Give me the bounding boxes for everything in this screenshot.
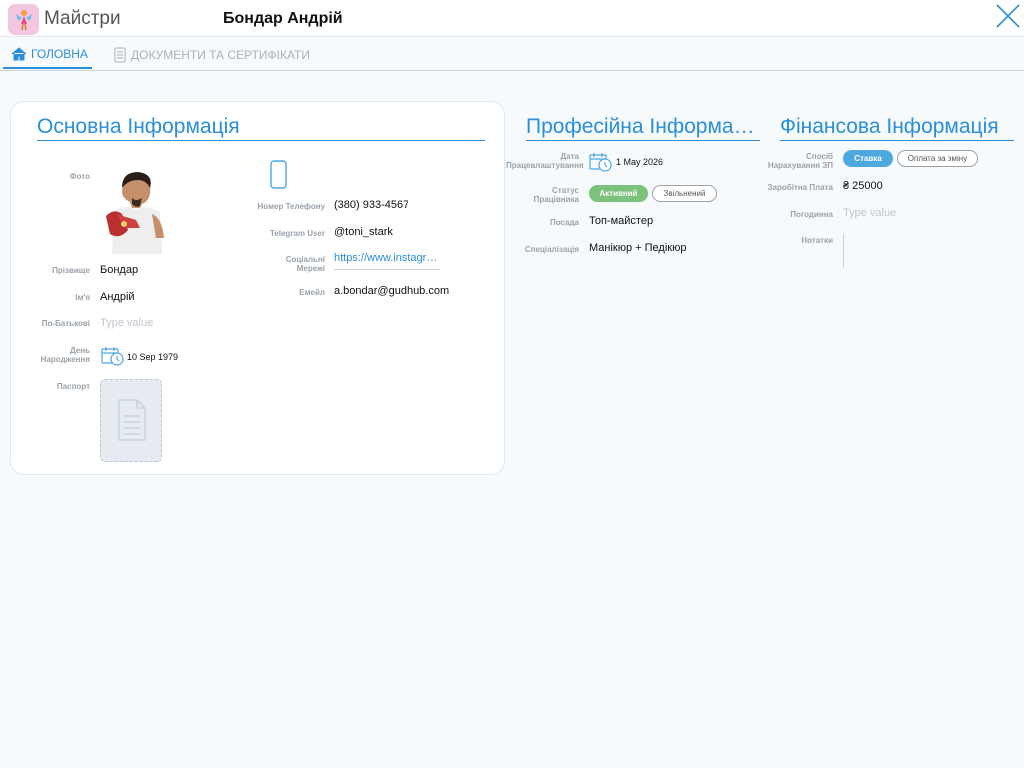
birthday-field[interactable]: 10 Sep 1979 (127, 352, 178, 362)
phone-label: Номер Телефону (257, 202, 325, 211)
salary-label: Заробітна Плата (767, 183, 833, 192)
top-bar: Майстри Бондар Андрій (0, 0, 1024, 37)
telegram-field[interactable]: @toni_stark (334, 226, 393, 238)
hire-date-field[interactable]: 1 May 2026 (616, 157, 663, 167)
position-label: Посада (549, 218, 579, 227)
passport-label: Паспорт (56, 382, 90, 391)
tab-home[interactable]: ГОЛОВНА (3, 47, 92, 69)
salary-field[interactable]: ₴ 25000 (843, 180, 883, 192)
surname-field[interactable]: Бондар (100, 264, 138, 276)
specialization-field[interactable]: Манікюр + Педікюр (589, 242, 686, 254)
salary-method-label: Спосіб Нарахування ЗП (767, 152, 833, 170)
passport-upload[interactable] (100, 379, 162, 462)
tab-documents-label: ДОКУМЕНТИ ТА СЕРТИФІКАТИ (131, 48, 310, 62)
hourly-label: Погодинна (790, 210, 833, 219)
patronymic-label: По-Батькові (41, 319, 90, 328)
name-label: Ім'я (75, 293, 90, 302)
name-field[interactable]: Андрій (100, 291, 135, 303)
financial-info-title: Фінансова Інформація (780, 115, 1014, 141)
telegram-label: Telegram User (270, 229, 325, 238)
hire-date-label: Дата Працевлаштування (506, 152, 584, 170)
surname-label: Прізвище (52, 266, 90, 275)
position-field[interactable]: Топ-майстер (589, 215, 653, 227)
status-active-button[interactable]: Активний (589, 185, 648, 202)
phone-icon (270, 160, 287, 189)
basic-info-title: Основна Інформація (37, 115, 485, 141)
specialization-label: Спеціалізація (524, 245, 579, 254)
email-field[interactable]: a.bondar@gudhub.com (334, 285, 449, 297)
app-name: Майстри (44, 8, 121, 29)
close-icon (996, 4, 1020, 28)
phone-field[interactable]: (380) 933-4567 (334, 199, 408, 211)
fairy-icon (16, 10, 32, 31)
salary-method-rate-button[interactable]: Ставка (843, 150, 893, 167)
hourly-field[interactable]: Type value (843, 207, 896, 219)
birthday-label: День Народження (40, 346, 90, 364)
record-title: Бондар Андрій (223, 10, 343, 27)
close-button[interactable] (996, 4, 1020, 28)
salary-method-shift-button[interactable]: Оплата за зміну (897, 150, 978, 167)
file-icon (118, 399, 146, 441)
status-fired-button[interactable]: Звільнений (652, 185, 717, 202)
home-icon (11, 47, 27, 61)
photo-label: Фото (69, 172, 90, 181)
social-underline (334, 269, 440, 270)
social-link[interactable]: https://www.instagram.com/toni_stark (334, 252, 440, 264)
notes-label: Нотатки (801, 236, 833, 245)
app-logo[interactable] (8, 4, 39, 35)
calendar-clock-icon[interactable] (589, 152, 613, 172)
calendar-clock-icon[interactable] (101, 346, 125, 366)
email-label: Емейл (299, 288, 325, 297)
status-label: Статус Працівника (533, 186, 579, 204)
notes-field[interactable] (843, 234, 844, 268)
professional-info-title: Професійна Інформація (526, 115, 760, 141)
tab-bar: ГОЛОВНА ДОКУМЕНТИ ТА СЕРТИФІКАТИ (0, 37, 1024, 71)
social-label: Соціальні Мережі (285, 255, 325, 273)
tab-documents[interactable]: ДОКУМЕНТИ ТА СЕРТИФІКАТИ (113, 47, 310, 63)
document-icon (114, 47, 126, 63)
profile-photo[interactable] (100, 168, 172, 256)
tab-home-label: ГОЛОВНА (31, 47, 88, 61)
patronymic-field[interactable]: Type value (100, 317, 153, 329)
